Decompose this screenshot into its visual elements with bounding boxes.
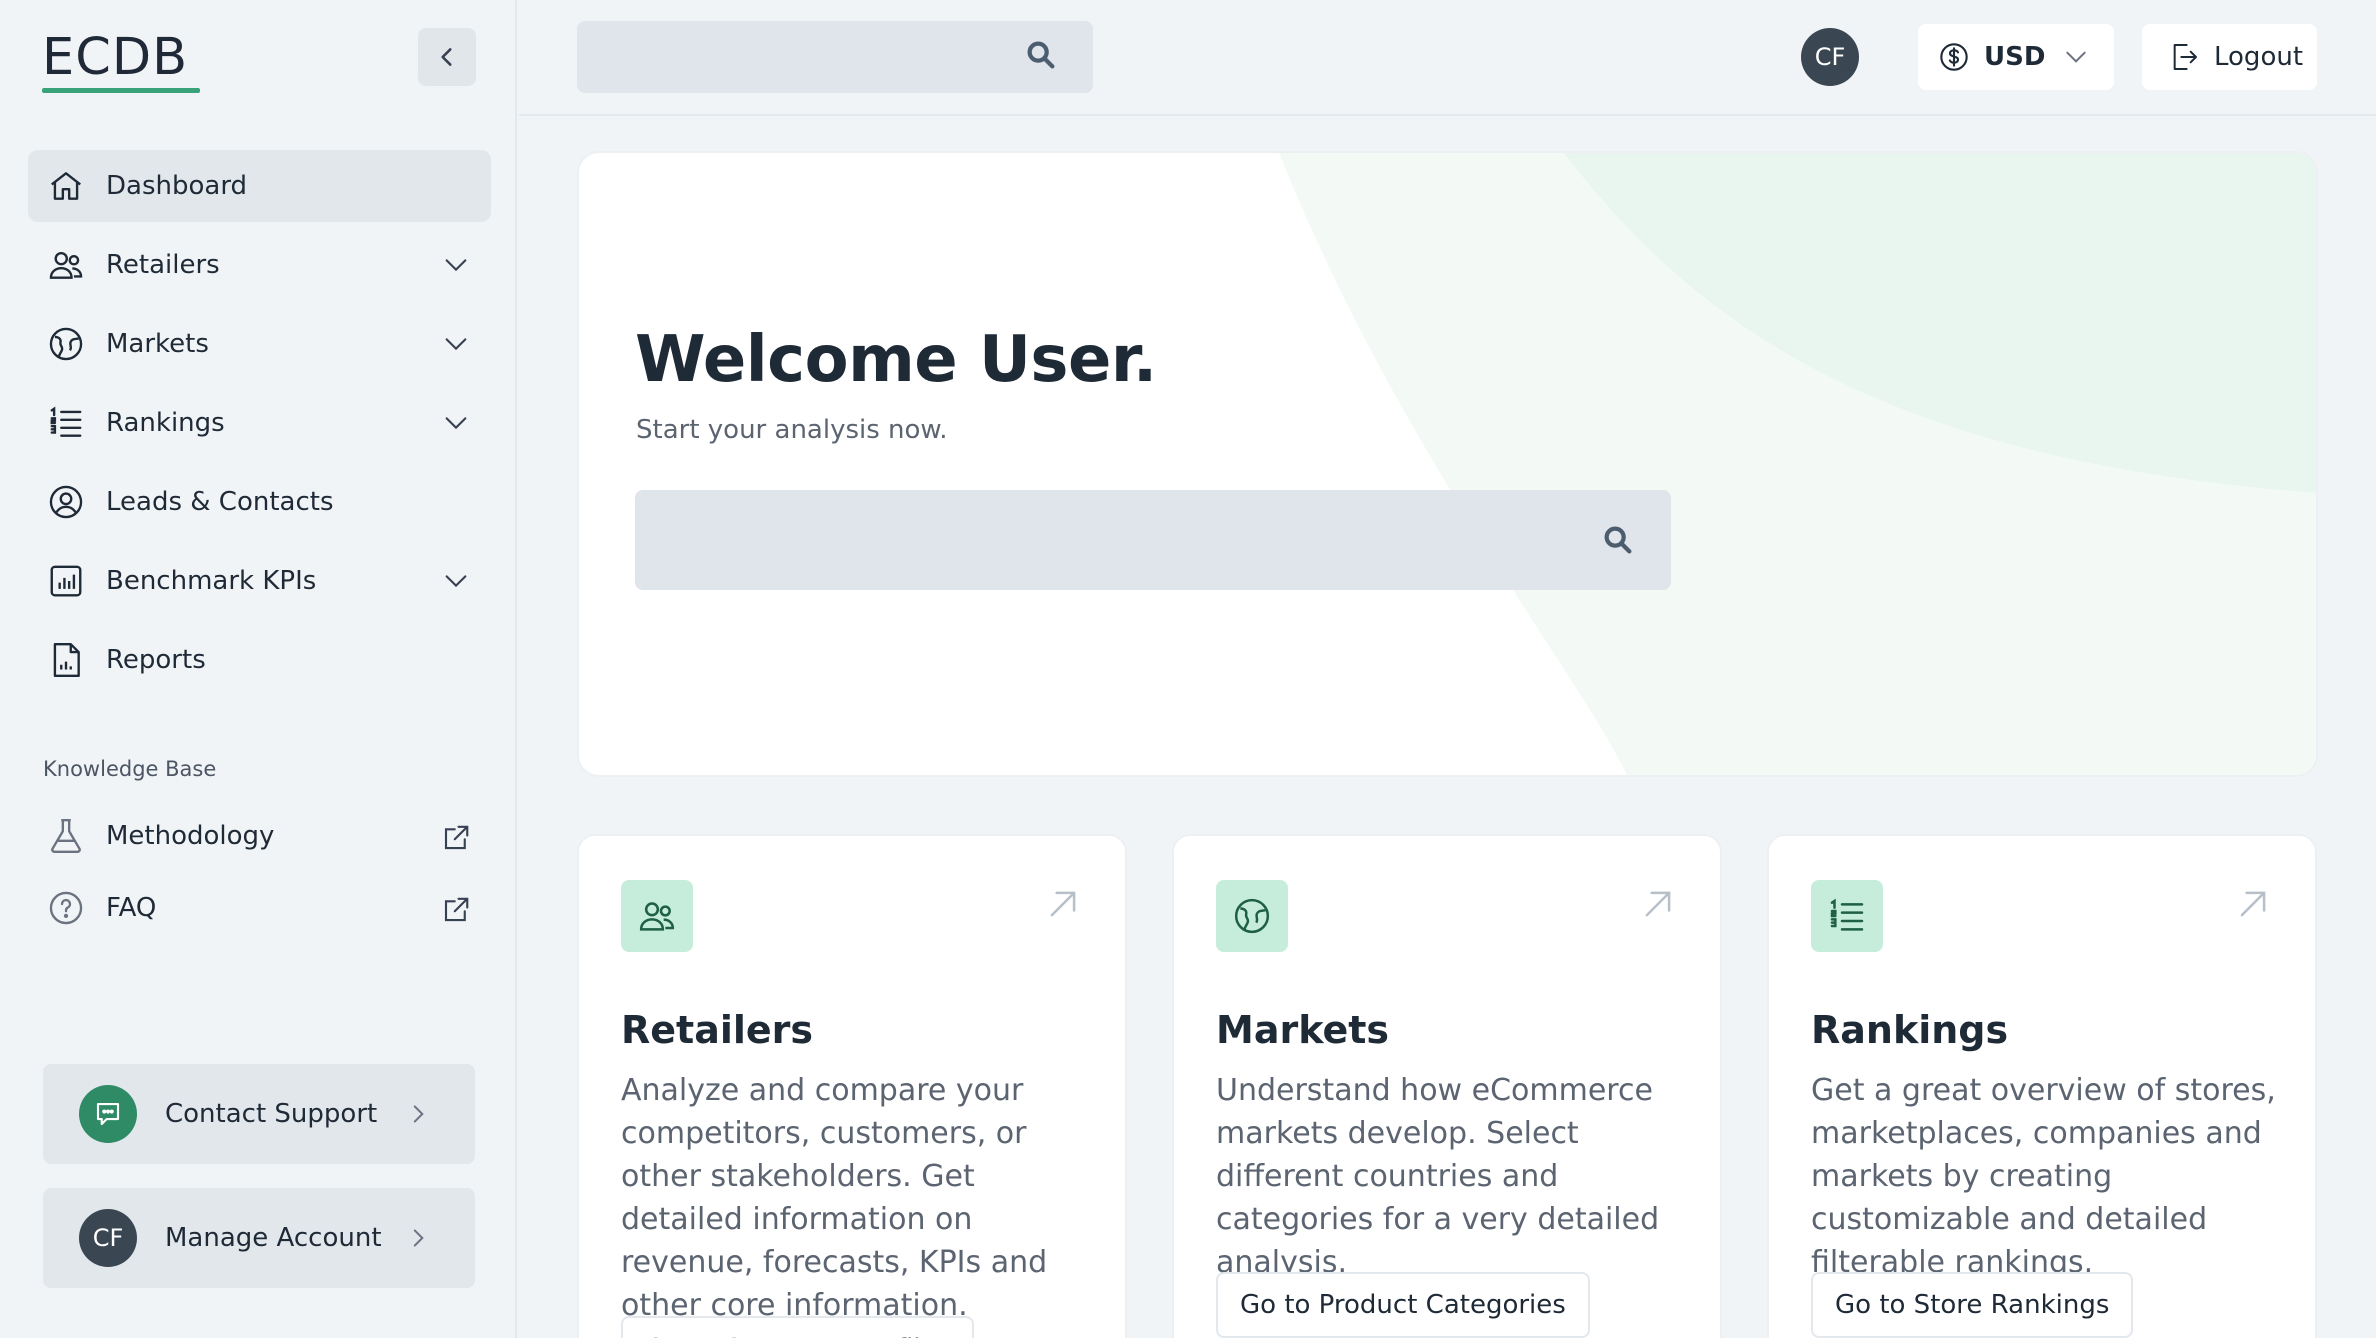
search-icon[interactable] <box>1024 38 1058 72</box>
hero-decoration <box>1279 153 2316 775</box>
chat-icon <box>79 1085 137 1143</box>
header-search-input[interactable] <box>577 21 1093 93</box>
external-link-icon[interactable] <box>439 821 473 855</box>
sidebar: ECDB Dashboard Retailers Markets Ranking… <box>0 0 517 1338</box>
chevron-left-icon <box>441 48 452 66</box>
knowledge-base-heading: Knowledge Base <box>43 757 217 781</box>
dollar-circle-icon <box>1940 43 1968 71</box>
users-icon <box>46 245 86 285</box>
account-avatar: CF <box>79 1209 137 1267</box>
card-title: Retailers <box>621 1008 814 1052</box>
sidebar-item-label: Retailers <box>106 250 220 280</box>
sidebar-item-label: Leads & Contacts <box>106 487 334 517</box>
bar-chart-icon <box>46 561 86 601</box>
sidebar-item-faq[interactable]: FAQ <box>28 874 491 942</box>
chevron-down-icon[interactable] <box>439 406 473 440</box>
go-to-product-categories-button[interactable]: Go to Product Categories <box>1216 1272 1590 1338</box>
sidebar-item-label: FAQ <box>106 893 157 923</box>
arrow-up-right-icon[interactable] <box>2233 884 2273 924</box>
go-to-store-rankings-button[interactable]: Go to Store Rankings <box>1811 1272 2134 1338</box>
hero-title: Welcome User. <box>635 323 1157 397</box>
sidebar-item-methodology[interactable]: Methodology <box>28 802 491 870</box>
flask-icon <box>46 816 86 856</box>
help-circle-icon <box>46 888 86 928</box>
chevron-right-icon <box>401 1221 435 1255</box>
list-ordered-icon <box>1811 880 1883 952</box>
chevron-down-icon[interactable] <box>439 327 473 361</box>
logout-button[interactable]: Logout <box>2142 24 2317 90</box>
retailers-card[interactable]: Retailers Analyze and compare your compe… <box>577 834 1127 1338</box>
users-icon <box>621 880 693 952</box>
card-description: Analyze and compare your competitors, cu… <box>621 1073 1048 1323</box>
sidebar-item-rankings[interactable]: Rankings <box>28 387 491 459</box>
logo-text: ECDB <box>42 28 189 87</box>
sidebar-nav: Dashboard Retailers Markets Rankings Lea… <box>28 150 491 703</box>
logo-underline <box>42 88 200 93</box>
card-title: Markets <box>1216 1008 1390 1052</box>
user-circle-icon <box>46 482 86 522</box>
sidebar-item-dashboard[interactable]: Dashboard <box>28 150 491 222</box>
logout-icon <box>2173 44 2197 70</box>
top-header: CF USD Logout <box>519 0 2376 116</box>
chevron-right-icon <box>401 1097 435 1131</box>
card-title: Rankings <box>1811 1008 2009 1052</box>
sidebar-item-label: Methodology <box>106 821 275 851</box>
manage-account-button[interactable]: CF Manage Account <box>43 1188 475 1288</box>
report-file-icon <box>46 640 86 680</box>
sidebar-item-retailers[interactable]: Retailers <box>28 229 491 301</box>
logout-label: Logout <box>2214 42 2304 72</box>
collapse-sidebar-button[interactable] <box>418 28 476 86</box>
sidebar-item-reports[interactable]: Reports <box>28 624 491 696</box>
card-description: Get a great overview of stores, marketpl… <box>1811 1073 2276 1280</box>
go-to-company-profiles-button[interactable]: Go to Company Profiles <box>621 1316 975 1338</box>
currency-value: USD <box>1984 42 2046 72</box>
search-icon[interactable] <box>1601 523 1635 557</box>
chevron-down-icon <box>2061 42 2091 72</box>
globe-icon <box>1216 880 1288 952</box>
user-avatar[interactable]: CF <box>1801 28 1859 86</box>
knowledge-base-list: Methodology FAQ <box>28 802 491 946</box>
globe-icon <box>46 324 86 364</box>
home-icon <box>46 166 86 206</box>
arrow-up-right-icon[interactable] <box>1638 884 1678 924</box>
sidebar-item-benchmark-kpis[interactable]: Benchmark KPIs <box>28 545 491 617</box>
card-description: Understand how eCommerce markets develop… <box>1216 1073 1660 1280</box>
sidebar-item-label: Reports <box>106 645 206 675</box>
sidebar-item-leads-contacts[interactable]: Leads & Contacts <box>28 466 491 538</box>
sidebar-item-markets[interactable]: Markets <box>28 308 491 380</box>
rankings-card[interactable]: Rankings Get a great overview of stores,… <box>1767 834 2317 1338</box>
manage-account-label: Manage Account <box>165 1223 382 1253</box>
contact-support-button[interactable]: Contact Support <box>43 1064 475 1164</box>
hero-search-input[interactable] <box>635 490 1671 590</box>
list-ordered-icon <box>46 403 86 443</box>
sidebar-item-label: Markets <box>106 329 209 359</box>
currency-select[interactable]: USD <box>1918 24 2114 90</box>
chevron-down-icon[interactable] <box>439 564 473 598</box>
sidebar-item-label: Dashboard <box>106 171 248 201</box>
chevron-down-icon[interactable] <box>439 248 473 282</box>
hero-subtitle: Start your analysis now. <box>636 415 948 445</box>
sidebar-item-label: Rankings <box>106 408 225 438</box>
sidebar-item-label: Benchmark KPIs <box>106 566 317 596</box>
contact-support-label: Contact Support <box>165 1099 378 1129</box>
ecdb-logo[interactable]: ECDB <box>42 28 200 93</box>
markets-card[interactable]: Markets Understand how eCommerce markets… <box>1172 834 1722 1338</box>
welcome-hero: Welcome User. Start your analysis now. <box>577 151 2318 777</box>
arrow-up-right-icon[interactable] <box>1043 884 1083 924</box>
external-link-icon[interactable] <box>439 893 473 927</box>
